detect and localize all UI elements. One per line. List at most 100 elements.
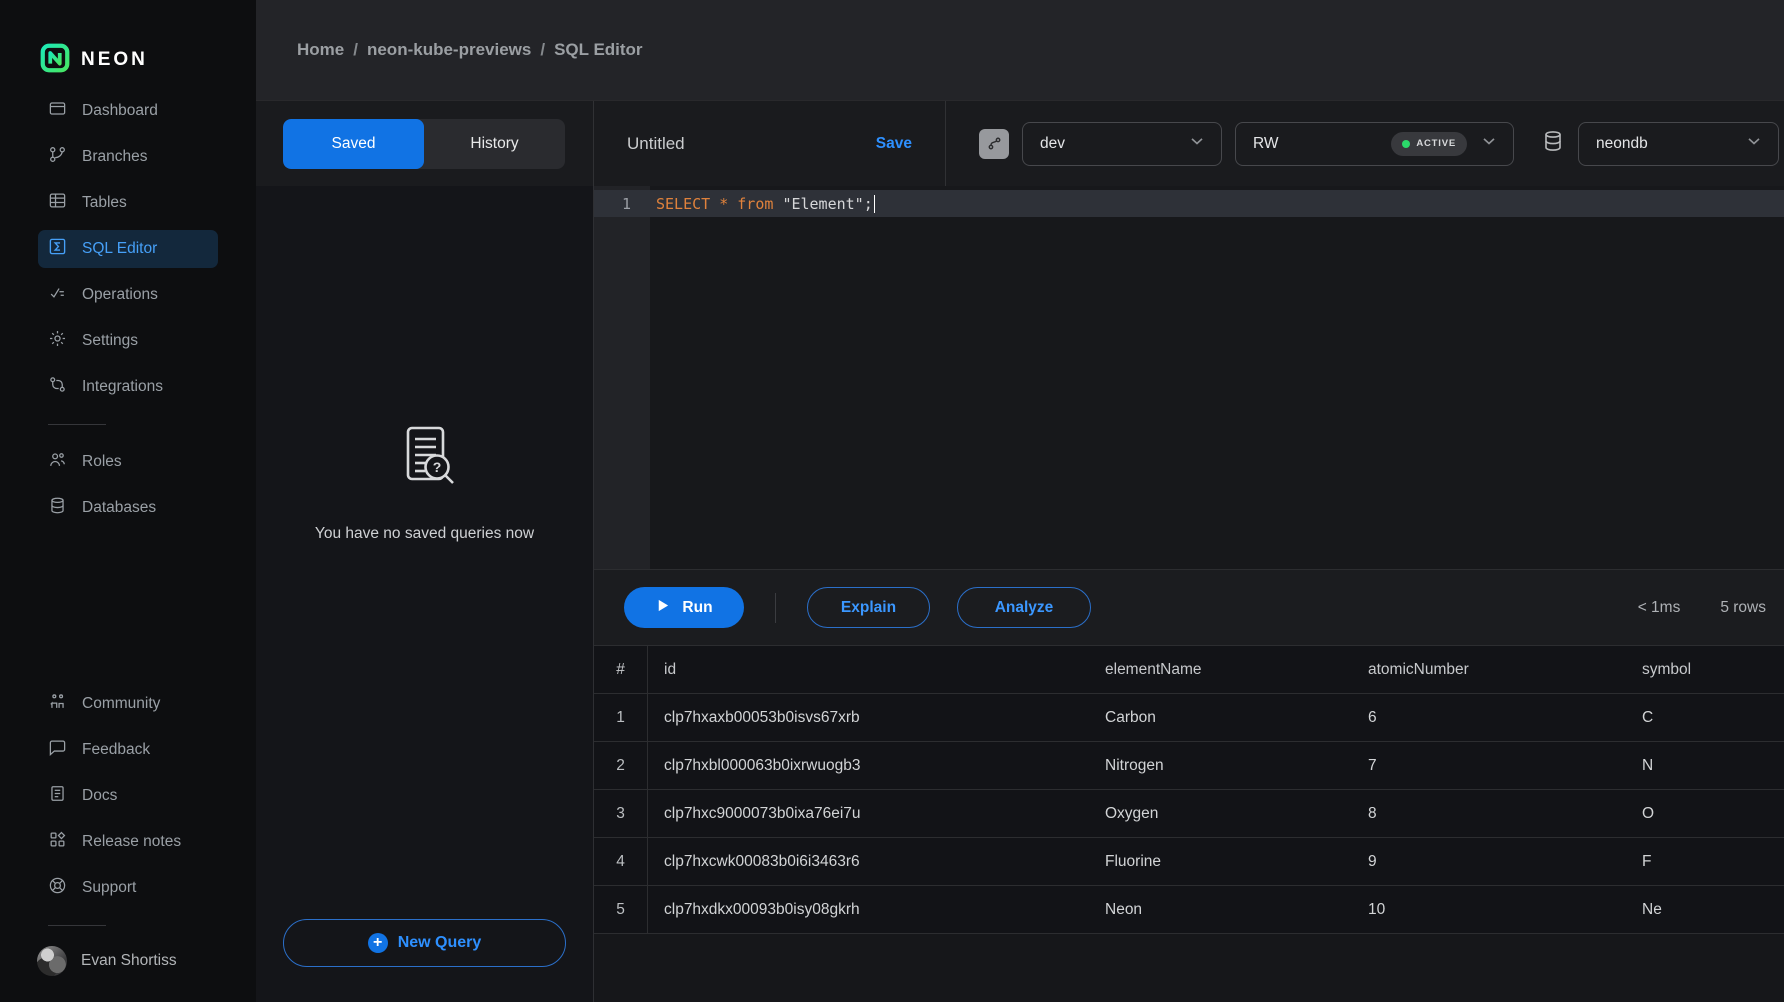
chevron-down-icon [1744, 131, 1764, 156]
column-header-id: id [648, 646, 1089, 694]
table-row[interactable]: 5clp7hxdkx00093b0isy08gkrhNeon10Ne [594, 886, 1784, 934]
sidebar-item-databases[interactable]: Databases [38, 489, 218, 527]
explain-button[interactable]: Explain [807, 587, 930, 628]
community-icon [48, 692, 67, 716]
results-table-header: # id elementName atomicNumber symbol [594, 646, 1784, 694]
sidebar-item-label: Docs [82, 787, 117, 805]
table-cell: 7 [1352, 742, 1626, 790]
table-cell: Neon [1089, 886, 1352, 934]
empty-state-message: You have no saved queries now [315, 525, 534, 543]
compute-select[interactable]: RW ACTIVE [1235, 122, 1514, 166]
table-cell: Oxygen [1089, 790, 1352, 838]
sidebar-item-label: Branches [82, 148, 147, 166]
branch-chip-icon [979, 129, 1009, 159]
workspace: ? You have no saved queries now + New Qu… [256, 186, 1784, 1002]
breadcrumb-separator: / [540, 40, 545, 60]
table-row[interactable]: 3clp7hxc9000073b0ixa76ei7uOxygen8O [594, 790, 1784, 838]
sql-editor-icon [48, 237, 67, 261]
sidebar-item-release-notes[interactable]: Release notes [38, 823, 218, 861]
svg-text:?: ? [432, 459, 441, 475]
saved-queries-empty-state: ? You have no saved queries now [315, 186, 534, 919]
results-toolbar: Run Explain Analyze < 1ms 5 rows [594, 570, 1784, 645]
table-cell: 10 [1352, 886, 1626, 934]
sql-code-editor[interactable]: 1 SELECT * from "Element"; [594, 186, 1784, 570]
sidebar-item-operations[interactable]: Operations [38, 276, 218, 314]
query-duration: < 1ms [1638, 599, 1681, 617]
branch-select-value: dev [1040, 135, 1065, 153]
table-cell: 9 [1352, 838, 1626, 886]
analyze-button[interactable]: Analyze [957, 587, 1091, 628]
breadcrumb-page: SQL Editor [554, 40, 642, 60]
tab-saved[interactable]: Saved [283, 119, 424, 169]
integrations-icon [48, 375, 67, 399]
sidebar-item-label: Roles [82, 453, 122, 471]
tab-history[interactable]: History [424, 119, 565, 169]
sidebar-item-label: Integrations [82, 378, 163, 396]
play-icon [655, 598, 670, 618]
life-buoy-icon [48, 876, 67, 900]
database-select[interactable]: neondb [1578, 122, 1779, 166]
chevron-down-icon [1479, 131, 1499, 156]
table-cell: O [1626, 790, 1784, 838]
table-row[interactable]: 1clp7hxaxb00053b0isvs67xrbCarbon6C [594, 694, 1784, 742]
breadcrumb-project[interactable]: neon-kube-previews [367, 40, 531, 60]
sidebar-item-support[interactable]: Support [38, 869, 218, 907]
release-notes-icon [48, 830, 67, 854]
dashboard-icon [48, 99, 67, 123]
sidebar-item-feedback[interactable]: Feedback [38, 731, 218, 769]
text-cursor [874, 195, 876, 213]
divider [48, 925, 106, 926]
database-icon [1541, 129, 1565, 158]
save-query-link[interactable]: Save [876, 135, 912, 153]
sidebar-item-branches[interactable]: Branches [38, 138, 218, 176]
operations-check-icon [48, 283, 67, 307]
gear-icon [48, 329, 67, 353]
chevron-down-icon [1187, 131, 1207, 156]
saved-history-toggle: Saved History [283, 119, 565, 169]
row-index-cell: 2 [594, 742, 648, 790]
column-header-atomicNumber: atomicNumber [1352, 646, 1626, 694]
toolbar: Saved History Untitled Save dev RW [256, 100, 1784, 186]
table-cell: Nitrogen [1089, 742, 1352, 790]
sidebar-item-docs[interactable]: Docs [38, 777, 218, 815]
sidebar-item-community[interactable]: Community [38, 685, 218, 723]
sidebar-nav-secondary: Roles Databases [0, 443, 256, 535]
main-area: Home / neon-kube-previews / SQL Editor S… [256, 0, 1784, 1002]
sidebar-item-sql-editor[interactable]: SQL Editor [38, 230, 218, 268]
user-menu[interactable]: Evan Shortiss [0, 932, 256, 1002]
plus-icon: + [368, 933, 388, 953]
branch-select[interactable]: dev [1022, 122, 1222, 166]
column-header-index: # [594, 646, 648, 694]
sidebar-item-settings[interactable]: Settings [38, 322, 218, 360]
sidebar-item-label: Tables [82, 194, 127, 212]
breadcrumb-home[interactable]: Home [297, 40, 344, 60]
sidebar-item-integrations[interactable]: Integrations [38, 368, 218, 406]
git-branch-icon [48, 145, 67, 169]
table-row[interactable]: 4clp7hxcwk00083b0i6i3463r6Fluorine9F [594, 838, 1784, 886]
status-dot [1402, 140, 1410, 148]
brand-name: NEON [81, 49, 148, 71]
row-index-cell: 1 [594, 694, 648, 742]
sidebar-item-tables[interactable]: Tables [38, 184, 218, 222]
sidebar-item-label: Community [82, 695, 160, 713]
table-row[interactable]: 2clp7hxbl000063b0ixrwuogb3Nitrogen7N [594, 742, 1784, 790]
run-label: Run [682, 599, 712, 617]
table-cell: 6 [1352, 694, 1626, 742]
sidebar-item-roles[interactable]: Roles [38, 443, 218, 481]
table-cell: F [1626, 838, 1784, 886]
divider [775, 593, 776, 623]
row-index-cell: 3 [594, 790, 648, 838]
app-root: NEON Dashboard Branches Tables SQL Edito… [0, 0, 1784, 1002]
sidebar-item-label: Dashboard [82, 102, 158, 120]
sidebar-item-label: Support [82, 879, 136, 897]
table-cell: clp7hxdkx00093b0isy08gkrh [648, 886, 1089, 934]
table-cell: N [1626, 742, 1784, 790]
table-cell: clp7hxcwk00083b0i6i3463r6 [648, 838, 1089, 886]
new-query-label: New Query [398, 934, 482, 952]
sidebar-item-dashboard[interactable]: Dashboard [38, 92, 218, 130]
run-button[interactable]: Run [624, 587, 744, 628]
brand-logo[interactable]: NEON [0, 0, 256, 92]
user-name: Evan Shortiss [81, 952, 177, 970]
query-title-section: Untitled Save [594, 101, 946, 186]
new-query-button[interactable]: + New Query [283, 919, 566, 967]
